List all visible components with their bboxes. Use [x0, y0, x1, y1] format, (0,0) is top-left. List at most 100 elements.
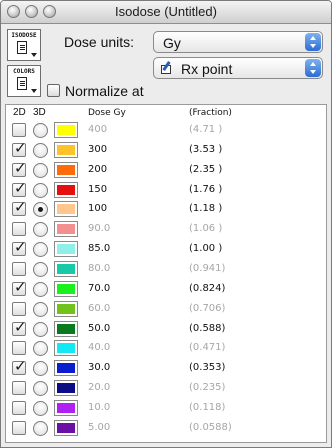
show-2d-checkbox[interactable] [12, 400, 26, 415]
color-swatch[interactable] [54, 320, 78, 337]
isodose-row[interactable]: 20.0 (0.235) [6, 379, 326, 398]
show-2d-checkbox[interactable]: ✓ [12, 200, 27, 217]
isodose-row[interactable]: 10.0 (0.118) [6, 399, 326, 418]
isodose-window: Isodose (Untitled) ISODOSE COLORS Dose u… [0, 0, 332, 448]
show-3d-radio[interactable] [33, 162, 48, 178]
color-swatch[interactable] [54, 141, 78, 158]
color-swatch[interactable] [54, 280, 78, 297]
isodose-row[interactable]: 400 (4.71 ) [6, 121, 326, 140]
fraction-value: (1.18 ) [189, 203, 223, 215]
show-3d-radio[interactable] [33, 281, 48, 297]
show-3d-radio[interactable] [33, 321, 48, 337]
color-swatch[interactable] [54, 360, 78, 377]
show-3d-radio[interactable] [33, 222, 48, 238]
color-swatch[interactable] [54, 340, 78, 357]
column-header-3d: 3D [33, 107, 46, 118]
show-3d-radio[interactable] [33, 301, 48, 317]
isodose-row[interactable]: ✓ 70.0 (0.824) [6, 279, 326, 299]
color-swatch[interactable] [54, 419, 78, 436]
dropdown-arrow-icon [31, 53, 37, 57]
show-3d-radio[interactable] [33, 361, 48, 377]
color-swatch[interactable] [54, 399, 78, 416]
isodose-row[interactable]: ✓ 30.0 (0.353) [6, 359, 326, 378]
checkmark-icon: ✓ [14, 238, 27, 257]
normalize-checkbox[interactable] [47, 84, 60, 97]
isodose-row[interactable]: ✓ 100 (1.18 ) [6, 200, 326, 219]
dose-value: 100 [88, 203, 108, 215]
show-2d-checkbox[interactable] [12, 123, 26, 137]
show-2d-checkbox[interactable]: ✓ [12, 359, 27, 376]
swatch-fill [57, 204, 75, 215]
fraction-value: (0.824) [189, 282, 226, 294]
color-swatch[interactable] [54, 260, 78, 277]
colors-menu-button[interactable]: COLORS [7, 65, 41, 97]
isodose-row[interactable]: ✓ 200 (2.35 ) [6, 160, 326, 180]
show-3d-radio[interactable] [33, 202, 48, 218]
isodose-list[interactable]: 2D 3D Dose Gy (Fraction) 400 (4.71 ) ✓ 300 (… [5, 104, 327, 443]
show-2d-checkbox[interactable] [12, 301, 26, 316]
isodose-row[interactable]: 90.0 (1.06 ) [6, 220, 326, 239]
fraction-value: (0.235) [189, 382, 226, 394]
show-2d-checkbox[interactable]: ✓ [12, 180, 27, 197]
isodose-row[interactable]: ✓ 300 (3.53 ) [6, 140, 326, 160]
show-2d-checkbox[interactable] [12, 341, 26, 356]
show-3d-radio[interactable] [33, 400, 48, 416]
show-2d-checkbox[interactable] [12, 222, 26, 237]
isodose-row[interactable]: ✓ 50.0 (0.588) [6, 319, 326, 339]
dose-value: 10.0 [88, 401, 111, 413]
show-3d-radio[interactable] [33, 381, 48, 397]
isodose-row[interactable]: ✓ 85.0 (1.00 ) [6, 240, 326, 259]
show-2d-checkbox[interactable] [12, 261, 26, 276]
dose-value: 40.0 [88, 342, 111, 354]
swatch-fill [57, 184, 75, 195]
fraction-value: (1.06 ) [189, 223, 223, 235]
popup-arrows-icon [305, 33, 321, 51]
isodose-row[interactable]: 5.00 (0.0588) [6, 419, 326, 438]
normalize-popup[interactable]: Rx point [153, 57, 323, 79]
color-swatch[interactable] [54, 221, 78, 238]
dose-value: 200 [88, 163, 108, 175]
show-3d-radio[interactable] [33, 142, 48, 158]
show-3d-radio[interactable] [33, 420, 48, 436]
swatch-fill [57, 363, 75, 374]
color-swatch[interactable] [54, 181, 78, 198]
isodose-menu-button[interactable]: ISODOSE [7, 29, 41, 61]
show-2d-checkbox[interactable]: ✓ [12, 238, 27, 257]
title-bar[interactable]: Isodose (Untitled) [1, 1, 331, 24]
fraction-value: (0.941) [189, 262, 226, 274]
isodose-row[interactable]: 40.0 (0.471) [6, 339, 326, 358]
dose-units-popup[interactable]: Gy [153, 31, 323, 53]
show-3d-radio[interactable] [33, 261, 48, 277]
color-swatch[interactable] [54, 161, 78, 178]
show-2d-checkbox[interactable]: ✓ [12, 160, 27, 177]
show-3d-radio[interactable] [33, 123, 48, 138]
show-2d-checkbox[interactable]: ✓ [12, 279, 27, 296]
dose-units-label: Dose units: [64, 34, 135, 50]
isodose-row[interactable]: ✓ 150 (1.76 ) [6, 180, 326, 200]
color-swatch[interactable] [54, 380, 78, 397]
swatch-fill [57, 303, 75, 314]
prescription-pen-icon [160, 61, 173, 75]
show-2d-checkbox[interactable]: ✓ [12, 140, 27, 157]
swatch-fill [57, 144, 75, 155]
show-2d-checkbox[interactable] [12, 420, 26, 435]
show-3d-radio[interactable] [33, 341, 48, 357]
color-swatch[interactable] [54, 300, 78, 317]
show-2d-checkbox[interactable] [12, 381, 26, 396]
swatch-fill [57, 263, 75, 274]
dose-value: 300 [88, 143, 108, 155]
show-2d-checkbox[interactable]: ✓ [12, 319, 27, 336]
color-swatch[interactable] [54, 201, 78, 218]
swatch-fill [57, 224, 75, 235]
swatch-fill [57, 422, 75, 433]
colors-button-label: COLORS [13, 68, 35, 75]
color-swatch[interactable] [54, 122, 78, 138]
swatch-fill [57, 323, 75, 334]
isodose-row[interactable]: 60.0 (0.706) [6, 300, 326, 319]
show-3d-radio[interactable] [33, 182, 48, 198]
swatch-fill [57, 244, 75, 255]
color-swatch[interactable] [54, 241, 78, 258]
isodose-row[interactable]: 80.0 (0.941) [6, 260, 326, 279]
swatch-fill [57, 283, 75, 294]
show-3d-radio[interactable] [33, 242, 48, 258]
